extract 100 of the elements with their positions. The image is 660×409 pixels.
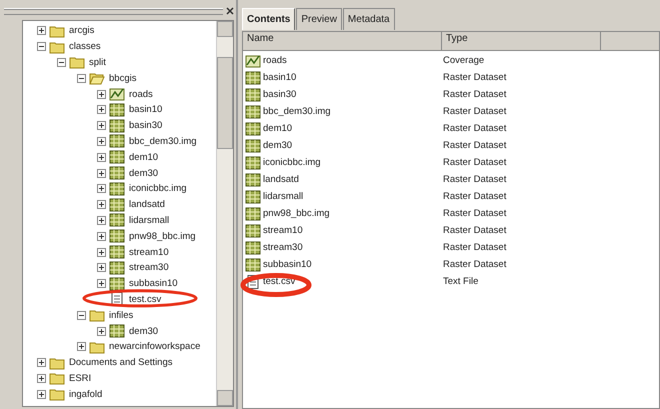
expand-icon[interactable]	[37, 374, 46, 383]
tree-item[interactable]: infiles	[108, 310, 134, 321]
tree-item[interactable]: landsatd	[128, 199, 166, 210]
grid-icon	[245, 88, 261, 102]
expand-icon[interactable]	[97, 326, 106, 336]
tree-item[interactable]: pnw98_bbc.img	[128, 230, 197, 242]
tab[interactable]: Contents	[242, 8, 296, 30]
table-cell: test.csv	[263, 276, 296, 287]
folder-icon	[89, 71, 105, 86]
table-cell: basin10	[263, 72, 296, 83]
tree-item[interactable]: stream30	[128, 262, 170, 274]
tree-item[interactable]: bbc_dem30.img	[128, 136, 198, 147]
grid-icon	[109, 324, 125, 338]
table-cell: Raster Dataset	[443, 208, 506, 219]
table-cell: Raster Dataset	[443, 191, 506, 202]
table-cell: Text File	[443, 276, 478, 287]
collapse-icon[interactable]	[57, 58, 66, 67]
expand-icon[interactable]	[97, 184, 106, 194]
column-header[interactable]: Type	[442, 32, 601, 50]
table-cell: stream30	[263, 242, 303, 253]
grid-icon	[109, 198, 125, 212]
tree-item[interactable]: classes	[68, 41, 102, 52]
expand-icon[interactable]	[97, 279, 106, 288]
collapse-icon[interactable]	[77, 74, 86, 83]
table-cell: iconicbbc.img	[263, 157, 321, 168]
tree-item[interactable]: iconicbbc.img	[128, 183, 188, 194]
collapse-icon[interactable]	[77, 310, 86, 320]
grid-icon	[109, 150, 125, 164]
table-cell: roads	[263, 55, 287, 66]
tree-item[interactable]: ingafold	[68, 388, 104, 400]
tree-item[interactable]: newarcinfoworkspace	[108, 341, 202, 352]
table-cell: Raster Dataset	[443, 140, 506, 151]
grid-icon	[245, 104, 261, 118]
tree-item[interactable]: bbcgis	[108, 72, 138, 84]
tree-item[interactable]: subbasin10	[128, 278, 179, 290]
grid-icon	[245, 224, 261, 238]
table-cell: basin30	[263, 89, 296, 100]
grid-icon	[245, 156, 261, 170]
expand-icon[interactable]	[97, 105, 106, 114]
grid-icon	[109, 166, 125, 180]
table-cell: Raster Dataset	[443, 225, 506, 236]
tree-item[interactable]: ESRI	[68, 372, 92, 384]
grid-icon	[245, 70, 261, 84]
close-icon[interactable]	[226, 7, 234, 15]
grid-icon	[109, 118, 125, 133]
table-cell: bbc_dem30.img	[263, 106, 331, 117]
expand-icon[interactable]	[97, 121, 106, 130]
tree-item[interactable]: dem30	[128, 168, 160, 179]
column-header[interactable]: Name	[243, 32, 442, 50]
expand-icon[interactable]	[37, 358, 46, 368]
expand-icon[interactable]	[97, 168, 106, 178]
grid-icon	[245, 122, 261, 136]
tree-item[interactable]: roads	[128, 88, 154, 100]
expand-icon[interactable]	[97, 216, 106, 225]
tree-item[interactable]: dem30	[128, 326, 160, 337]
tree-item[interactable]: lidarsmall	[128, 214, 170, 226]
table-cell: Raster Dataset	[443, 89, 506, 100]
grid-icon	[245, 138, 261, 152]
expand-icon[interactable]	[97, 263, 106, 272]
tree-item[interactable]: dem10	[128, 152, 160, 163]
grid-icon	[109, 276, 125, 291]
expand-icon[interactable]	[97, 90, 106, 99]
scrollbar[interactable]	[216, 21, 233, 406]
grid-icon	[245, 206, 261, 220]
grid-icon	[245, 258, 261, 272]
grid-icon	[109, 102, 125, 117]
table-cell: dem10	[263, 123, 292, 134]
folder-icon	[69, 55, 85, 70]
table-cell: Raster Dataset	[443, 157, 506, 168]
table-cell: Raster Dataset	[443, 259, 506, 270]
expand-icon[interactable]	[97, 248, 106, 257]
folder-icon	[49, 24, 65, 38]
tree-item[interactable]: test.csv	[128, 294, 162, 305]
expand-icon[interactable]	[97, 136, 106, 146]
expand-icon[interactable]	[97, 232, 106, 241]
tab[interactable]: Preview	[296, 8, 342, 30]
tree-item[interactable]: arcgis	[68, 25, 96, 36]
grid-icon	[109, 134, 125, 148]
table-cell: lidarsmall	[263, 191, 304, 202]
tree-item[interactable]: stream10	[128, 246, 170, 258]
table-cell: Raster Dataset	[443, 72, 506, 83]
table-cell: stream10	[263, 225, 303, 236]
expand-icon[interactable]	[77, 342, 86, 352]
expand-icon[interactable]	[97, 200, 106, 210]
table-cell: Raster Dataset	[443, 123, 506, 134]
expand-icon[interactable]	[37, 390, 46, 399]
table-cell: pnw98_bbc.img	[263, 208, 330, 219]
collapse-icon[interactable]	[37, 42, 46, 52]
grid-icon	[245, 240, 261, 254]
tree-item[interactable]: basin30	[128, 120, 164, 132]
tree-item[interactable]: split	[88, 56, 107, 68]
table-cell: dem30	[263, 140, 292, 151]
table-cell: landsatd	[263, 174, 299, 185]
tree-item[interactable]: Documents and Settings	[68, 357, 174, 368]
tab[interactable]: Metadata	[342, 8, 395, 30]
tree-item[interactable]: basin10	[128, 104, 164, 116]
expand-icon[interactable]	[97, 152, 106, 162]
expand-icon[interactable]	[37, 26, 46, 36]
annotation-circle	[240, 273, 312, 297]
coverage-icon	[109, 87, 125, 102]
